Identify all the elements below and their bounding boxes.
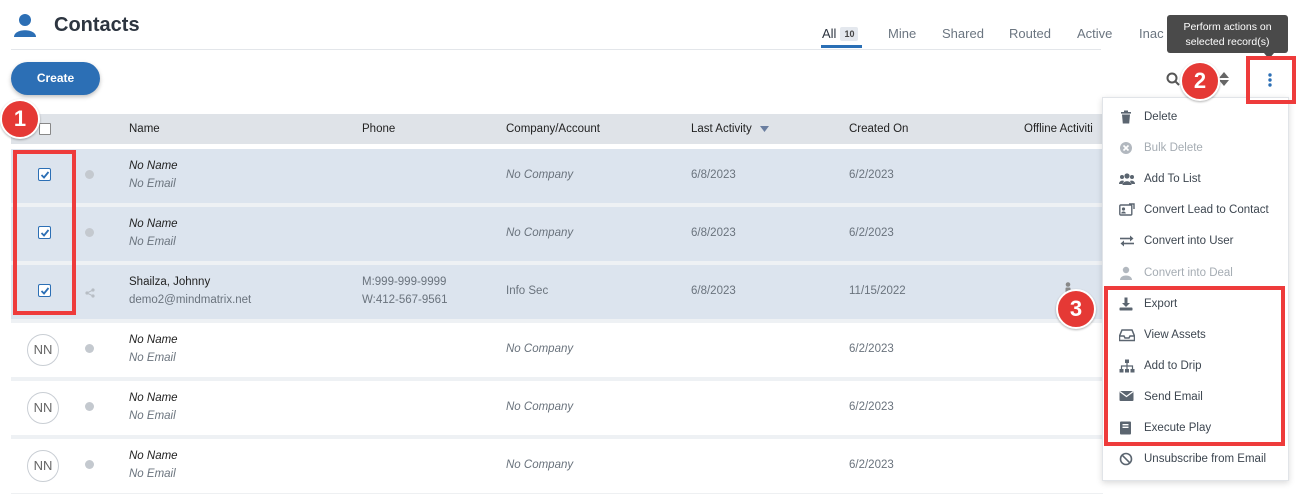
tab-active[interactable]: Active (1077, 26, 1112, 41)
contact-name[interactable]: No Name (129, 160, 178, 172)
step-badge-3: 3 (1056, 289, 1096, 329)
page-title: Contacts (54, 14, 140, 36)
user-icon (14, 13, 36, 42)
status-dot (85, 228, 94, 237)
step-badge-2: 2 (1180, 61, 1220, 101)
count-badge: 10 (840, 27, 859, 41)
contact-name[interactable]: No Name (129, 218, 178, 230)
status-dot (85, 460, 94, 469)
table-row[interactable] (11, 265, 1103, 319)
contact-email: No Email (129, 468, 176, 480)
contact-company: No Company (506, 401, 574, 413)
contact-created-on: 6/2/2023 (849, 169, 894, 181)
trash-icon (1119, 110, 1135, 126)
column-created-on[interactable]: Created On (849, 123, 908, 135)
tab-all[interactable]: All 10 (822, 26, 859, 41)
search-icon[interactable] (1166, 72, 1180, 91)
tab-inactive[interactable]: Inac (1139, 26, 1164, 41)
contact-company: No Company (506, 343, 574, 355)
contact-name[interactable]: Shailza, Johnny (129, 276, 210, 288)
contact-email: No Email (129, 352, 176, 364)
contact-phone-work: W:412-567-9561 (362, 294, 448, 306)
contact-created-on: 6/2/2023 (849, 227, 894, 239)
actions-tooltip: Perform actions on selected record(s) (1167, 15, 1288, 53)
select-all-checkbox[interactable] (39, 123, 51, 135)
status-dot (85, 402, 94, 411)
contact-name[interactable]: No Name (129, 450, 178, 462)
users-icon (1119, 172, 1135, 188)
ban-icon (1119, 452, 1135, 468)
column-phone[interactable]: Phone (362, 123, 395, 135)
contact-created-on: 6/2/2023 (849, 401, 894, 413)
avatar[interactable]: NN (27, 392, 59, 424)
callout-box-menu-items (1104, 286, 1285, 446)
contact-email: No Email (129, 236, 176, 248)
step-badge-1: 1 (0, 99, 40, 139)
contact-company: No Company (506, 169, 574, 181)
contact-created-on: 6/2/2023 (849, 343, 894, 355)
status-dot (85, 170, 94, 179)
circle-x-icon (1119, 141, 1135, 157)
create-button[interactable]: Create (11, 62, 100, 95)
contact-email: No Email (129, 178, 176, 190)
sort-down-icon (759, 123, 769, 135)
share-icon (85, 285, 95, 303)
column-company[interactable]: Company/Account (506, 123, 600, 135)
contact-phone-mobile: M:999-999-9999 (362, 276, 447, 288)
active-tab-indicator (821, 45, 862, 48)
user-icon (1119, 266, 1135, 282)
id-card-icon (1119, 203, 1135, 219)
contact-email: demo2@mindmatrix.net (129, 294, 252, 306)
contact-last-activity: 6/8/2023 (691, 169, 736, 181)
contact-last-activity: 6/8/2023 (691, 227, 736, 239)
column-last-activity[interactable]: Last Activity (691, 123, 769, 135)
contact-company: No Company (506, 459, 574, 471)
swap-arrows-icon (1119, 234, 1135, 250)
contact-name[interactable]: No Name (129, 334, 178, 346)
contact-created-on: 11/15/2022 (849, 285, 906, 297)
column-offline-activities[interactable]: Offline Activiti (1024, 123, 1093, 135)
tab-mine[interactable]: Mine (888, 26, 916, 41)
contact-name[interactable]: No Name (129, 392, 178, 404)
callout-box-kebab (1246, 56, 1296, 104)
avatar[interactable]: NN (27, 450, 59, 482)
header-divider (11, 49, 1101, 50)
tab-routed[interactable]: Routed (1009, 26, 1051, 41)
contact-email: No Email (129, 410, 176, 422)
contact-company: Info Sec (506, 285, 549, 297)
contact-created-on: 6/2/2023 (849, 459, 894, 471)
column-name[interactable]: Name (129, 123, 160, 135)
avatar[interactable]: NN (27, 334, 59, 366)
tab-shared[interactable]: Shared (942, 26, 984, 41)
contact-last-activity: 6/8/2023 (691, 285, 736, 297)
status-dot (85, 344, 94, 353)
callout-box-checkboxes (13, 150, 76, 315)
contact-company: No Company (506, 227, 574, 239)
